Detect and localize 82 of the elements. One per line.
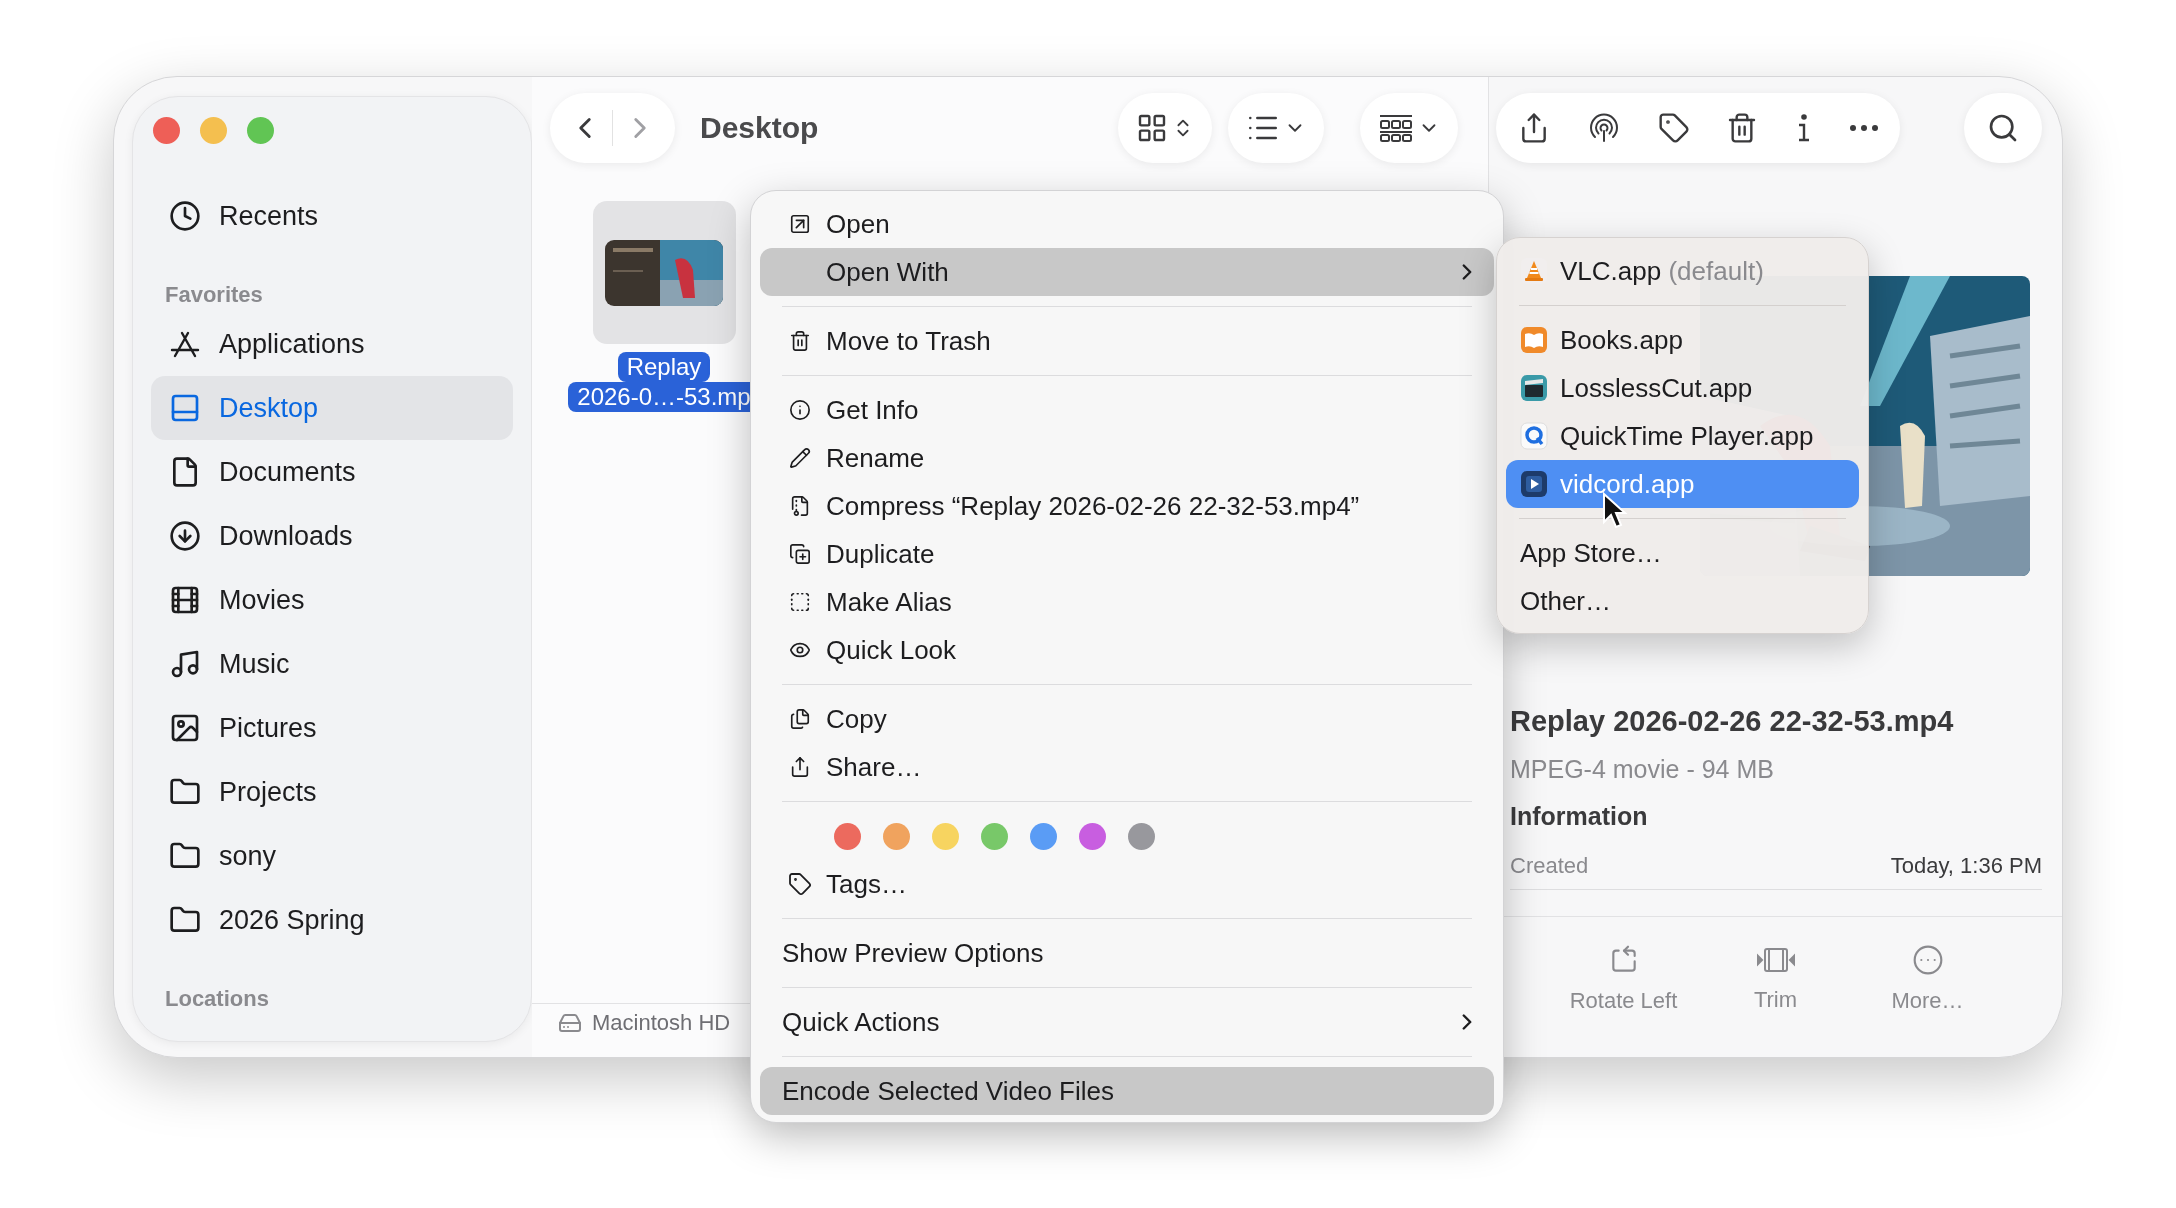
- menu-item[interactable]: LosslessCut.app: [1506, 364, 1859, 412]
- menu-item[interactable]: Make Alias: [760, 578, 1494, 626]
- sidebar-item[interactable]: Music: [151, 632, 513, 696]
- menu-item[interactable]: Quick Look: [760, 626, 1494, 674]
- book-icon: [1520, 326, 1548, 354]
- sidebar-heading: Favorites: [164, 281, 264, 309]
- sidebar-item[interactable]: Applications: [151, 312, 513, 376]
- menu-item[interactable]: Compress “Replay 2026-02-26 22-32-53.mp4”: [760, 482, 1494, 530]
- ellipsis-icon: [1850, 125, 1878, 131]
- window-title: Desktop: [700, 111, 819, 145]
- film-icon: [169, 584, 201, 616]
- desktop-icon: [169, 392, 201, 424]
- menu-item[interactable]: Books.app: [1506, 316, 1859, 364]
- dashed-square-icon: [789, 591, 811, 613]
- section-heading: Information: [1510, 801, 1649, 832]
- menu-item[interactable]: Rename: [760, 434, 1494, 482]
- clapper-icon: [1520, 374, 1548, 402]
- path-item[interactable]: Macintosh HD: [592, 1009, 731, 1036]
- tag-dot[interactable]: [883, 822, 910, 850]
- copy-icon: [789, 708, 811, 730]
- menu-item[interactable]: QuickTime Player.app: [1506, 412, 1859, 460]
- menu-item[interactable]: Open: [760, 200, 1494, 248]
- sidebar-item[interactable]: Desktop: [151, 376, 513, 440]
- trash-button[interactable]: [1726, 112, 1758, 144]
- play-icon: [1520, 470, 1548, 498]
- picture-icon: [169, 712, 201, 744]
- tag-dot[interactable]: [932, 822, 959, 850]
- share-icon: [789, 756, 811, 778]
- close-button[interactable]: [153, 117, 180, 144]
- download-icon: [169, 520, 201, 552]
- sidebar-item[interactable]: Pictures: [151, 696, 513, 760]
- group-icon: [1378, 113, 1414, 143]
- sidebar-item[interactable]: Downloads: [151, 504, 513, 568]
- sidebar-item[interactable]: Recents: [151, 184, 513, 248]
- open-icon: [789, 213, 811, 235]
- menu-item[interactable]: App Store…: [1506, 529, 1859, 577]
- menu-item[interactable]: Encode Selected Video Files: [760, 1067, 1494, 1115]
- tag-icon: [788, 872, 812, 896]
- music-icon: [169, 648, 201, 680]
- quicktime-icon: [1520, 422, 1548, 450]
- more-button[interactable]: [1850, 125, 1878, 131]
- menu-item[interactable]: Quick Actions: [760, 998, 1494, 1046]
- sidebar-item[interactable]: 2026 Spring: [151, 888, 513, 952]
- apps-icon: [169, 329, 201, 359]
- menu-item[interactable]: Get Info: [760, 386, 1494, 434]
- tag-icon: [1658, 112, 1690, 144]
- menu-item[interactable]: Move to Trash: [760, 317, 1494, 365]
- grid-icon: [1136, 112, 1168, 144]
- sidebar-item[interactable]: Movies: [151, 568, 513, 632]
- trash-icon: [1726, 112, 1758, 144]
- menu-item[interactable]: Tags…: [760, 860, 1494, 908]
- tag-dot[interactable]: [1079, 822, 1106, 850]
- tag-button[interactable]: [1658, 112, 1690, 144]
- menu-item[interactable]: Share…: [760, 743, 1494, 791]
- file-kind: MPEG-4 movie - 94 MB: [1510, 754, 1775, 785]
- archive-icon: [789, 495, 811, 517]
- info-value: Today, 1:36 PM: [1890, 853, 2042, 879]
- clock-icon: [169, 200, 201, 232]
- sidebar-item[interactable]: sony: [151, 824, 513, 888]
- info-icon: [789, 399, 811, 421]
- file-title: Replay 2026-02-26 22-32-53.mp4: [1510, 704, 1955, 738]
- menu-item[interactable]: Open With: [760, 248, 1494, 296]
- menu-item[interactable]: Copy: [760, 695, 1494, 743]
- tag-dot[interactable]: [1128, 822, 1155, 850]
- tag-dot[interactable]: [834, 822, 861, 850]
- trash-icon: [789, 330, 811, 352]
- menu-item[interactable]: Show Preview Options: [760, 929, 1494, 977]
- trim-icon: [1755, 945, 1796, 975]
- sidebar-item[interactable]: Documents: [151, 440, 513, 504]
- sidebar-heading: Locations: [164, 985, 270, 1013]
- file-thumbnail[interactable]: [592, 201, 736, 344]
- menu-item[interactable]: Duplicate: [760, 530, 1494, 578]
- tag-dot[interactable]: [981, 822, 1008, 850]
- duplicate-icon: [789, 543, 811, 565]
- pencil-icon: [789, 447, 811, 469]
- menu-item[interactable]: Other…: [1506, 577, 1859, 625]
- more-icon: [1911, 944, 1944, 976]
- tag-dot[interactable]: [1030, 822, 1057, 850]
- search-icon: [1987, 112, 2019, 144]
- sidebar-item[interactable]: Projects: [151, 760, 513, 824]
- info-label: Created: [1510, 853, 1589, 879]
- menu-item[interactable]: VLC.app (default): [1506, 247, 1859, 295]
